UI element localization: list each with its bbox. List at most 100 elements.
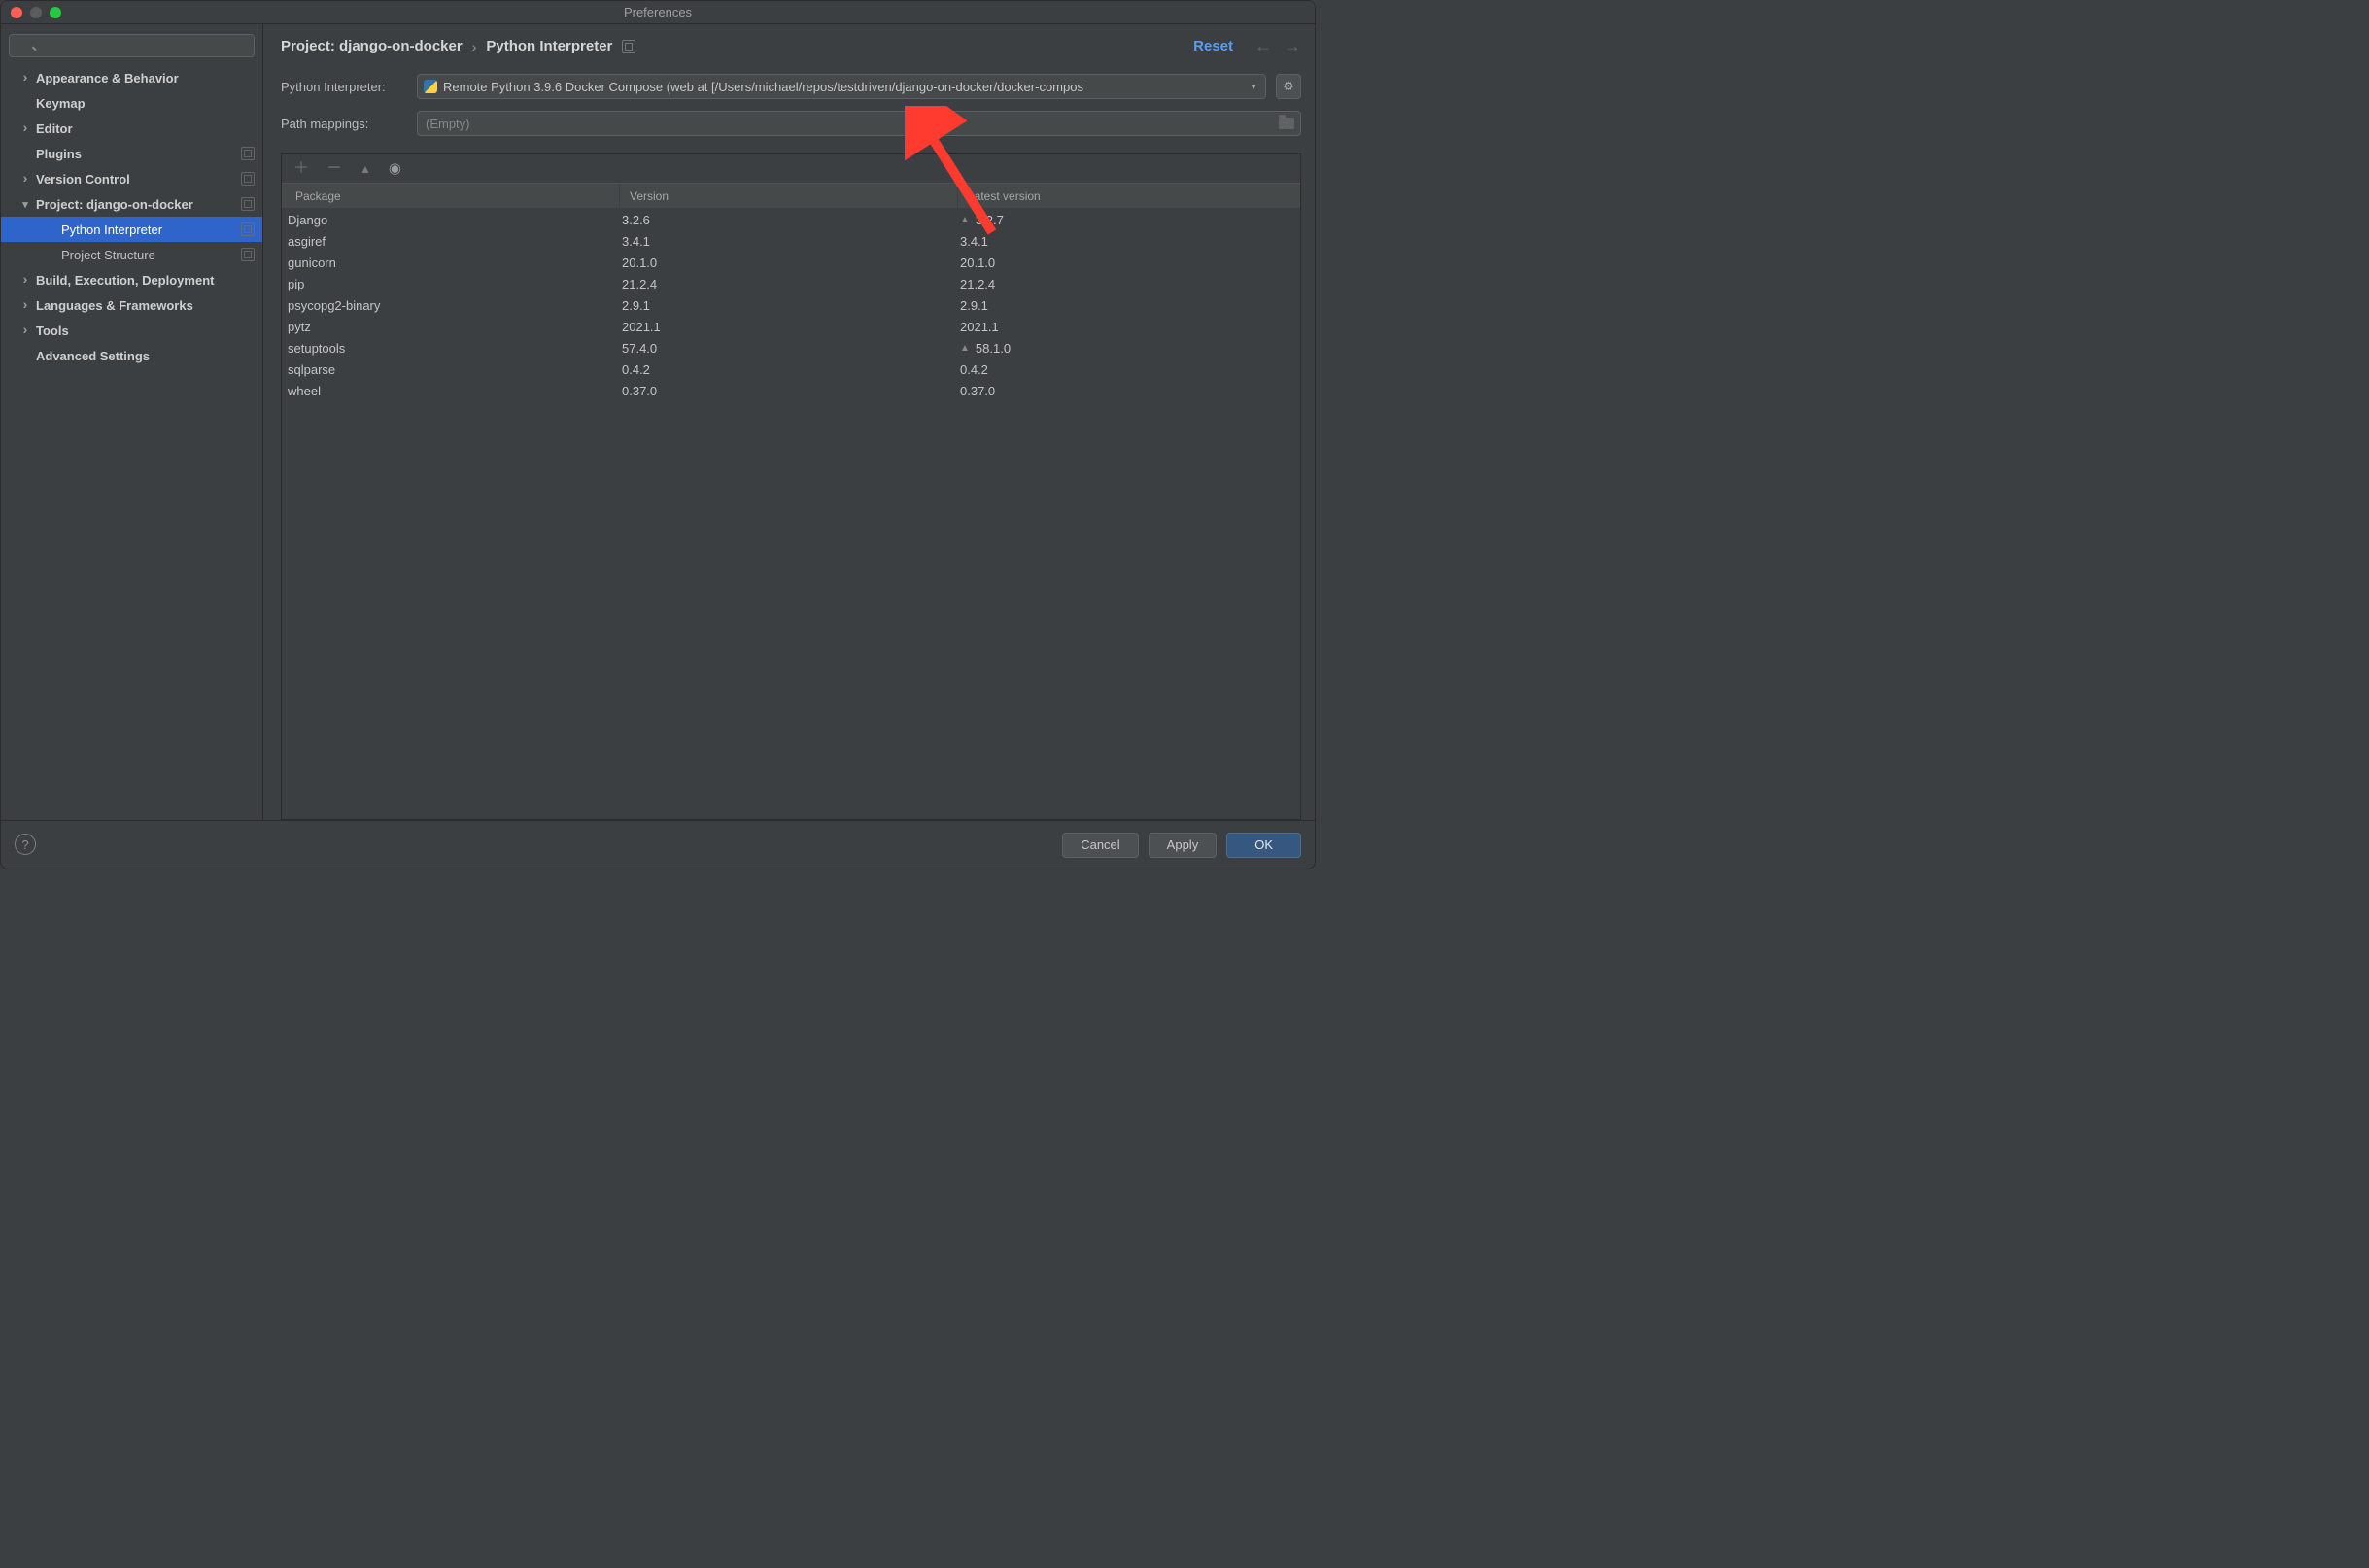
- window-title: Preferences: [1, 5, 1315, 19]
- body: Appearance & Behavior Keymap EditorPlugins…: [1, 24, 1315, 820]
- footer: Cancel Apply OK: [1, 820, 1315, 869]
- sidebar: Appearance & Behavior Keymap EditorPlugins…: [1, 24, 263, 820]
- col-version[interactable]: Version: [620, 184, 958, 208]
- sidebar-item[interactable]: Advanced Settings: [1, 343, 262, 368]
- package-name: asgiref: [282, 234, 620, 249]
- packages-panel: ＋ － ▲ ◉ Package Version Latest version D…: [281, 153, 1301, 820]
- package-name: wheel: [282, 384, 620, 398]
- package-name: gunicorn: [282, 256, 620, 270]
- package-latest-value: 0.37.0: [960, 384, 995, 398]
- package-row[interactable]: asgiref3.4.13.4.1: [282, 230, 1300, 252]
- chevron-icon: [20, 173, 30, 186]
- sidebar-item[interactable]: Project Structure: [1, 242, 262, 267]
- chevron-icon: [20, 324, 30, 337]
- package-latest: 3.4.1: [958, 234, 1300, 249]
- sidebar-item[interactable]: Editor: [1, 116, 262, 141]
- ok-button[interactable]: OK: [1226, 833, 1301, 858]
- breadcrumb-project: Project: django-on-docker: [281, 38, 463, 54]
- package-name: setuptools: [282, 341, 620, 356]
- show-early-releases-button[interactable]: ◉: [389, 161, 401, 176]
- nav-forward-icon[interactable]: →: [1284, 36, 1301, 56]
- package-row[interactable]: setuptools57.4.0▲58.1.0: [282, 337, 1300, 358]
- cancel-button[interactable]: Cancel: [1062, 833, 1138, 858]
- package-name: pytz: [282, 320, 620, 334]
- package-latest-value: 2021.1: [960, 320, 999, 334]
- add-package-button[interactable]: ＋: [293, 161, 309, 177]
- interpreter-label: Python Interpreter:: [281, 80, 407, 94]
- sidebar-item-label: Project Structure: [61, 248, 155, 262]
- python-icon: [424, 80, 437, 93]
- package-version: 3.2.6: [620, 213, 958, 227]
- package-version: 21.2.4: [620, 277, 958, 291]
- path-mappings-input[interactable]: (Empty): [417, 111, 1301, 136]
- package-version: 2021.1: [620, 320, 958, 334]
- package-latest: 0.37.0: [958, 384, 1300, 398]
- interpreter-settings-button[interactable]: ⚙: [1276, 74, 1301, 99]
- module-icon: [622, 40, 635, 53]
- module-icon: [241, 147, 255, 160]
- module-icon: [241, 222, 255, 236]
- reset-link[interactable]: Reset: [1193, 38, 1233, 54]
- sidebar-item[interactable]: Tools: [1, 318, 262, 343]
- breadcrumb-separator: ›: [472, 39, 477, 54]
- module-icon: [241, 248, 255, 261]
- package-version: 0.37.0: [620, 384, 958, 398]
- breadcrumb: Project: django-on-docker › Python Inter…: [281, 36, 1301, 56]
- apply-button[interactable]: Apply: [1149, 833, 1218, 858]
- remove-package-button[interactable]: －: [326, 161, 342, 177]
- nav-back-icon[interactable]: ←: [1254, 36, 1272, 56]
- package-latest: 2.9.1: [958, 298, 1300, 313]
- sidebar-item[interactable]: Keymap: [1, 90, 262, 116]
- package-row[interactable]: sqlparse0.4.20.4.2: [282, 358, 1300, 380]
- path-mappings-row: Path mappings: (Empty): [281, 111, 1301, 136]
- package-row[interactable]: Django3.2.6▲ 3.2.7: [282, 209, 1300, 230]
- sidebar-item[interactable]: Plugins: [1, 141, 262, 166]
- package-row[interactable]: wheel0.37.00.37.0: [282, 380, 1300, 401]
- search-input[interactable]: [9, 34, 255, 57]
- interpreter-row: Python Interpreter: Remote Python 3.9.6 …: [281, 74, 1301, 99]
- packages-toolbar: ＋ － ▲ ◉: [282, 154, 1300, 184]
- package-row[interactable]: psycopg2-binary2.9.12.9.1: [282, 294, 1300, 316]
- sidebar-item-label: Advanced Settings: [36, 349, 150, 363]
- path-mappings-value: (Empty): [426, 117, 470, 131]
- upgrade-available-icon: ▲: [960, 215, 970, 225]
- chevron-icon: [20, 274, 30, 287]
- package-latest-value: 3.4.1: [960, 234, 988, 249]
- breadcrumb-page: Python Interpreter: [486, 38, 612, 54]
- sidebar-item-label: Python Interpreter: [61, 222, 162, 237]
- interpreter-dropdown[interactable]: Remote Python 3.9.6 Docker Compose (web …: [417, 74, 1266, 99]
- sidebar-item[interactable]: Appearance & Behavior: [1, 65, 262, 90]
- col-package[interactable]: Package: [282, 184, 620, 208]
- sidebar-item-label: Languages & Frameworks: [36, 298, 193, 313]
- gear-icon: ⚙: [1283, 79, 1294, 94]
- package-name: Django: [282, 213, 620, 227]
- sidebar-item-label: Tools: [36, 324, 69, 338]
- package-latest-value: 20.1.0: [960, 256, 995, 270]
- package-row[interactable]: pytz2021.12021.1: [282, 316, 1300, 337]
- package-name: pip: [282, 277, 620, 291]
- package-latest: 21.2.4: [958, 277, 1300, 291]
- preferences-window: Preferences Appearance & Behavior Keymap E…: [0, 0, 1316, 869]
- module-icon: [241, 197, 255, 211]
- package-row[interactable]: gunicorn20.1.020.1.0: [282, 252, 1300, 273]
- package-latest-value: 3.2.7: [976, 213, 1004, 227]
- titlebar: Preferences: [1, 1, 1315, 24]
- main-panel: Project: django-on-docker › Python Inter…: [263, 24, 1315, 820]
- package-latest-value: 2.9.1: [960, 298, 988, 313]
- package-latest: 20.1.0: [958, 256, 1300, 270]
- package-name: psycopg2-binary: [282, 298, 620, 313]
- upgrade-package-button[interactable]: ▲: [360, 163, 371, 175]
- help-button[interactable]: ?: [15, 834, 36, 855]
- package-version: 2.9.1: [620, 298, 958, 313]
- sidebar-item[interactable]: Build, Execution, Deployment: [1, 267, 262, 292]
- sidebar-item-label: Keymap: [36, 96, 86, 111]
- package-row[interactable]: pip21.2.421.2.4: [282, 273, 1300, 294]
- package-latest-value: 21.2.4: [960, 277, 995, 291]
- packages-list: Django3.2.6▲3.2.7asgiref3.4.13.4.1gunico…: [282, 209, 1300, 819]
- sidebar-item[interactable]: Python Interpreter: [1, 217, 262, 242]
- col-latest[interactable]: Latest version: [958, 184, 1300, 208]
- sidebar-item[interactable]: Version Control: [1, 166, 262, 191]
- sidebar-item[interactable]: Languages & Frameworks: [1, 292, 262, 318]
- sidebar-item[interactable]: Project: django-on-docker: [1, 191, 262, 217]
- upgrade-available-icon: ▲: [960, 343, 970, 354]
